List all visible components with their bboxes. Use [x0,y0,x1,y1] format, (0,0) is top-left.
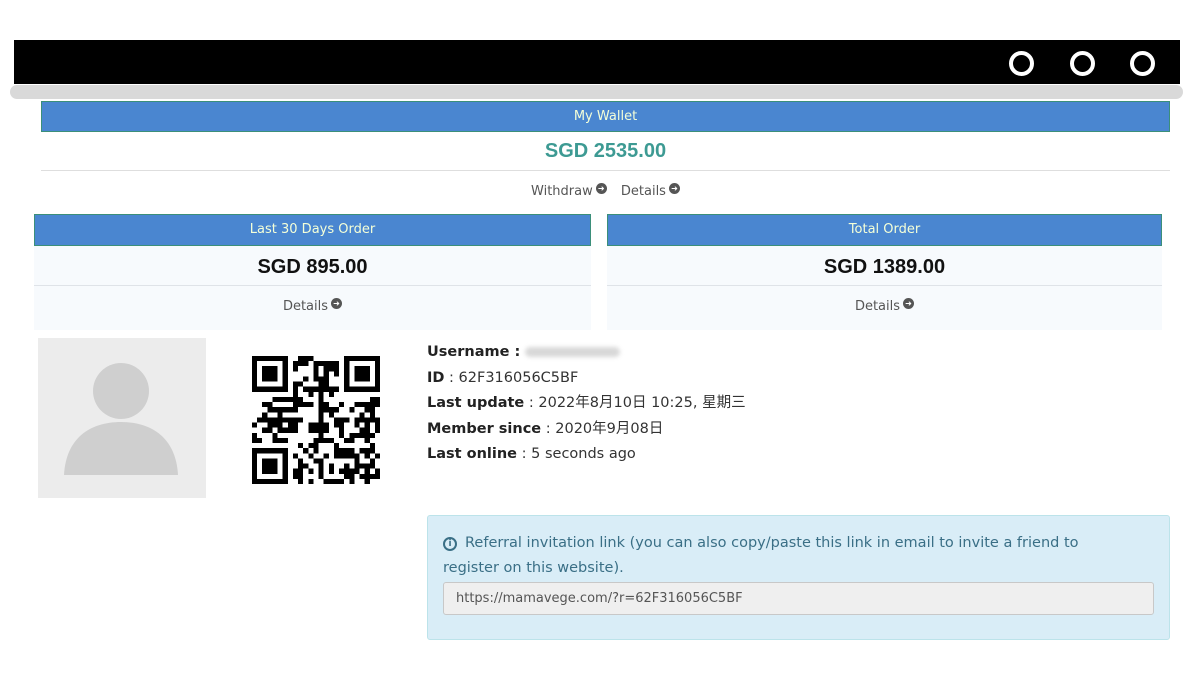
wallet-divider [41,170,1170,171]
last-online-row: Last online : 5 seconds ago [427,443,746,469]
window-circle-button-3[interactable] [1130,51,1155,76]
total-order-panel: Total Order SGD 1389.00 Details ➜ [607,214,1162,330]
last-update-row: Last update : 2022年8月10日 10:25, 星期三 [427,392,746,418]
username-row: Username : [427,341,746,367]
username-value-redacted [524,347,620,357]
total-order-details-link[interactable]: Details ➜ [854,298,915,314]
wallet-header: My Wallet [41,101,1170,132]
arrow-circle-right-icon: ➜ [595,183,607,194]
referral-text-line2: register on this website). [443,560,624,576]
last-30-days-order-panel: Last 30 Days Order SGD 895.00 Details ➜ [34,214,591,330]
member-since-row: Member since : 2020年9月08日 [427,418,746,444]
total-order-details-label: Details [854,299,901,314]
arrow-circle-right-icon: ➜ [331,298,343,309]
total-order-title: Total Order [848,222,921,237]
total-order-header: Total Order [607,214,1162,246]
last-30-days-order-header: Last 30 Days Order [34,214,591,246]
user-silhouette-icon [64,363,178,475]
id-value: : 62F316056C5BF [449,369,579,386]
wallet-details-label: Details [620,184,666,199]
referral-text-line1: Referral invitation link (you can also c… [465,535,1079,551]
info-icon: i [443,537,457,551]
last-update-label: Last update [427,395,525,411]
titlebar-shadow [10,85,1183,99]
last-30-days-divider [34,285,591,286]
window-circle-button-2[interactable] [1070,51,1095,76]
total-order-amount: SGD 1389.00 [823,256,946,278]
last-online-label: Last online [427,446,518,462]
member-since-label: Member since [427,420,542,437]
arrow-circle-right-icon: ➜ [668,183,680,194]
window-circle-button-1[interactable] [1009,51,1034,76]
profile-info: Username : ID : 62F316056C5BF Last updat… [427,341,746,469]
wallet-balance: SGD 2535.00 [544,140,667,162]
withdraw-label: Withdraw [531,184,593,199]
last-30-days-order-amount: SGD 895.00 [257,256,368,278]
withdraw-link[interactable]: Withdraw ➜ [531,183,607,199]
username-label: Username : [427,344,521,360]
arrow-circle-right-icon: ➜ [903,298,915,309]
wallet-details-link[interactable]: Details ➜ [620,183,680,199]
wallet-actions: Withdraw ➜ Details ➜ [41,183,1170,199]
avatar [38,338,206,498]
last-30-days-order-title: Last 30 Days Order [249,222,376,237]
qr-code [252,356,380,484]
total-order-divider [607,285,1162,286]
referral-text: i Referral invitation link (you can also … [443,531,1143,581]
last-30-days-details-label: Details [282,299,329,314]
referral-link-input[interactable] [443,582,1154,615]
window-titlebar [14,40,1180,84]
wallet-title: My Wallet [573,109,638,124]
last-30-days-details-link[interactable]: Details ➜ [282,298,343,314]
last-online-value: : 5 seconds ago [521,446,636,462]
referral-box: i Referral invitation link (you can also … [427,515,1170,640]
id-row: ID : 62F316056C5BF [427,367,746,393]
member-since-value: : 2020年9月08日 [545,420,664,437]
id-label: ID [427,369,445,386]
last-update-value: : 2022年8月10日 10:25, 星期三 [528,395,746,411]
